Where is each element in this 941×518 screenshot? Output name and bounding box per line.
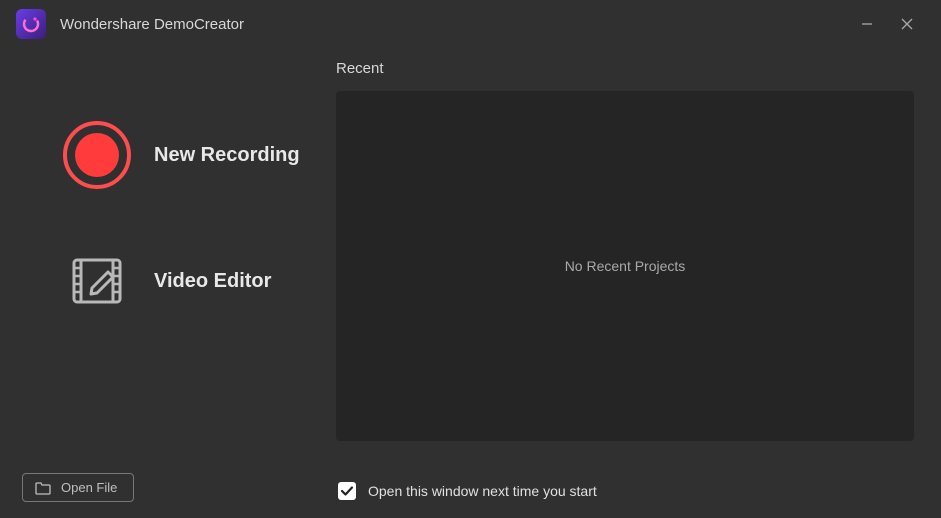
startup-checkbox-label: Open this window next time you start [368, 483, 597, 499]
new-recording-button[interactable]: New Recording [62, 120, 325, 190]
recent-section: Recent No Recent Projects [336, 60, 917, 441]
startup-checkbox[interactable] [338, 482, 356, 500]
minimize-button[interactable] [847, 4, 887, 44]
close-button[interactable] [887, 4, 927, 44]
sidebar: New Recording Video Editor [0, 120, 325, 372]
app-logo [16, 9, 46, 39]
new-recording-label: New Recording [154, 144, 300, 167]
record-icon [62, 120, 132, 190]
startup-checkbox-row[interactable]: Open this window next time you start [338, 482, 597, 500]
titlebar: Wondershare DemoCreator [0, 0, 941, 48]
open-file-button[interactable]: Open File [22, 473, 134, 502]
no-recent-projects-text: No Recent Projects [565, 258, 686, 274]
video-editor-button[interactable]: Video Editor [62, 246, 325, 316]
app-title: Wondershare DemoCreator [60, 16, 244, 33]
video-editor-icon [62, 246, 132, 316]
recent-projects-panel: No Recent Projects [336, 91, 914, 441]
close-icon [901, 18, 913, 30]
minimize-icon [861, 18, 873, 30]
video-editor-label: Video Editor [154, 270, 271, 293]
check-icon [340, 484, 354, 498]
recent-heading: Recent [336, 60, 917, 77]
folder-icon [35, 481, 51, 495]
open-file-label: Open File [61, 480, 117, 495]
